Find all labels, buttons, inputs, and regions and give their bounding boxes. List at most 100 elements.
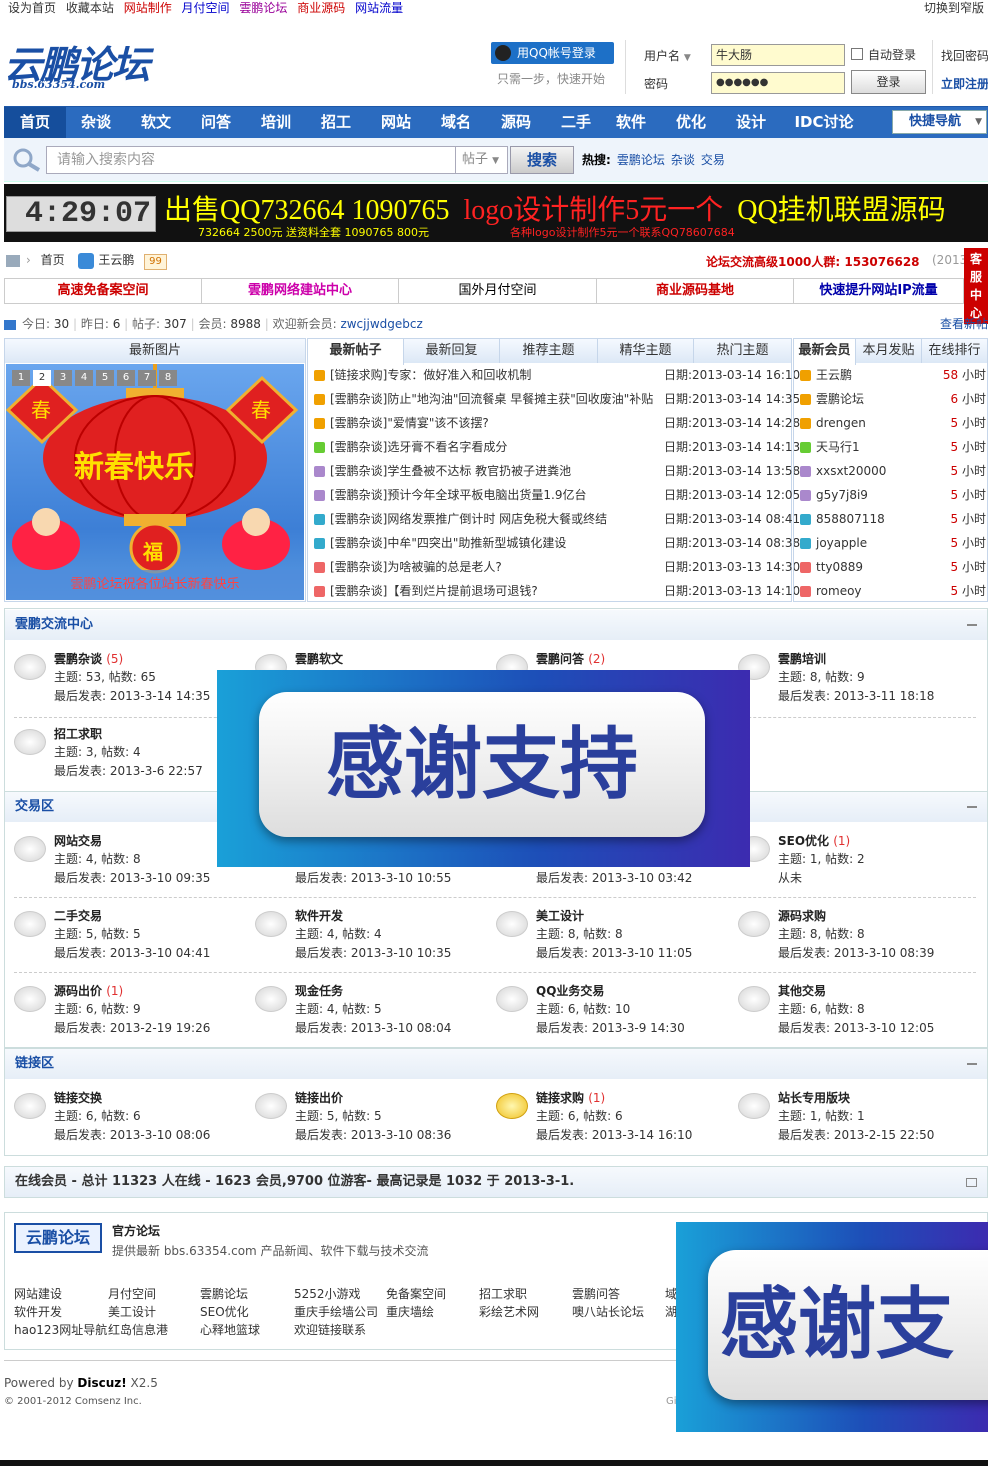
member-row[interactable]: drengen 5 小时	[800, 411, 986, 435]
view-new-posts-link[interactable]: 查看新帖	[940, 314, 988, 334]
slide-page-2[interactable]: 2	[33, 370, 51, 386]
friend-link[interactable]: SEO优化	[200, 1303, 249, 1320]
post-row[interactable]: [雲鹏杂谈]预计今年全球平板电脑出货量1.9亿台 日期:2013-03-14 12…	[314, 483, 800, 507]
nav-softarticle[interactable]: 软文	[126, 107, 186, 138]
nav-training[interactable]: 培训	[246, 107, 306, 138]
friend-link[interactable]: 雲鹏问答	[572, 1285, 620, 1302]
topbar-link-source[interactable]: 商业源码	[297, 1, 345, 15]
hot-search-link[interactable]: 雲鹏论坛	[617, 153, 665, 167]
slide-page-3[interactable]: 3	[54, 370, 72, 386]
member-row[interactable]: 858807118 5 小时	[800, 507, 986, 531]
thanks-popup[interactable]: 感谢支持	[217, 670, 750, 867]
tab-monthly-posts[interactable]: 本月发贴	[856, 339, 922, 363]
friend-link[interactable]: 重庆墙绘	[386, 1303, 434, 1320]
forum-item[interactable]: QQ业务交易 主题: 6, 帖数: 10 最后发表: 2013-3-9 14:30	[496, 982, 726, 1050]
nav-domain[interactable]: 域名	[426, 107, 486, 138]
slide-page-1[interactable]: 1	[12, 370, 30, 386]
post-row[interactable]: [雲鹏杂谈]中牟"四突出"助推新型城镇化建设 日期:2013-03-14 08:3…	[314, 531, 800, 555]
search-input[interactable]: 请输入搜索内容	[46, 146, 456, 174]
friend-link[interactable]: 5252小游戏	[294, 1285, 361, 1302]
forum-item[interactable]: 招工求职 主题: 3, 帖数: 4 最后发表: 2013-3-6 22:57	[14, 725, 244, 793]
bookmark-link[interactable]: 收藏本站	[66, 1, 114, 15]
username-label[interactable]: 用户名 ▼	[644, 47, 691, 64]
forum-title[interactable]: 其他交易	[778, 982, 826, 1000]
hot-search-link[interactable]: 杂谈	[671, 153, 695, 167]
forum-title[interactable]: 链接出价	[295, 1089, 343, 1107]
collapse-icon[interactable]	[967, 806, 977, 808]
promo-link[interactable]: 快速提升网站IP流量	[794, 279, 963, 303]
member-name[interactable]: 天马行1	[816, 440, 860, 454]
post-row[interactable]: [雲鹏杂谈]网络发票推广倒计时 网店免税大餐或终结 日期:2013-03-14 0…	[314, 507, 800, 531]
forum-title[interactable]: 雲鹏培训	[778, 650, 826, 668]
online-members-bar[interactable]: 在线会员 - 总计 11323 人在线 - 1623 会员,9700 位游客- …	[4, 1166, 988, 1198]
member-row[interactable]: 雲鹏论坛 6 小时	[800, 387, 986, 411]
forum-item[interactable]: 链接求购 (1) 主题: 6, 帖数: 6 最后发表: 2013-3-14 16:1…	[496, 1089, 726, 1157]
forum-item[interactable]: 链接交换 主题: 6, 帖数: 6 最后发表: 2013-3-10 08:06	[14, 1089, 244, 1157]
friend-link[interactable]: 心释地篮球	[200, 1321, 260, 1338]
switch-width-link[interactable]: 切换到窄版	[924, 0, 984, 16]
post-title[interactable]: [雲鹏杂谈]学生叠被不达标 教官扔被子进粪池	[330, 464, 571, 478]
topbar-link-web[interactable]: 网站制作	[124, 1, 172, 15]
friend-link[interactable]: 免备案空间	[386, 1285, 446, 1302]
qq-login-button[interactable]: 用QQ帐号登录	[491, 42, 614, 64]
friend-link[interactable]: hao123网址导航	[14, 1321, 107, 1338]
friend-link[interactable]: 噢八站长论坛	[572, 1303, 644, 1320]
friend-link[interactable]: 彩绘艺术网	[479, 1303, 539, 1320]
tab-digest[interactable]: 精华主题	[598, 339, 694, 363]
forum-title[interactable]: 招工求职	[54, 725, 102, 743]
footer-forum-logo[interactable]: 云鹏论坛	[14, 1223, 102, 1253]
post-title[interactable]: [雲鹏杂谈]预计今年全球平板电脑出货量1.9亿台	[330, 488, 586, 502]
footer-title[interactable]: 官方论坛	[112, 1222, 160, 1239]
forum-title[interactable]: 源码求购	[778, 907, 826, 925]
nav-website[interactable]: 网站	[366, 107, 426, 138]
post-row[interactable]: [雲鹏杂谈]"爱情宴"该不该摆? 日期:2013-03-14 14:28	[314, 411, 800, 435]
hot-search-link[interactable]: 交易	[701, 153, 725, 167]
section-header[interactable]: 雲鹏交流中心	[5, 610, 987, 640]
search-button[interactable]: 搜索	[510, 146, 574, 174]
post-row[interactable]: [雲鹏杂谈]选牙膏不看名字看成分 日期:2013-03-14 14:13	[314, 435, 800, 459]
tab-hot[interactable]: 热门主题	[694, 339, 791, 363]
member-name[interactable]: tty0889	[816, 560, 863, 574]
login-button[interactable]: 登录	[851, 70, 926, 94]
member-row[interactable]: tty0889 5 小时	[800, 555, 986, 579]
collapse-icon[interactable]	[967, 624, 977, 626]
customer-service-tab[interactable]: 客服中心	[964, 248, 988, 324]
nav-chat[interactable]: 杂谈	[66, 107, 126, 138]
promo-link[interactable]: 高速免备案空间	[5, 279, 202, 303]
breadcrumb-home[interactable]: 首页	[41, 253, 65, 267]
post-title[interactable]: [雲鹏杂谈]选牙膏不看名字看成分	[330, 440, 507, 454]
post-title[interactable]: [链接求购]专家：做好准入和回收机制	[330, 368, 531, 382]
post-title[interactable]: [雲鹏杂谈]【看到烂片提前退场可退钱?	[330, 584, 538, 598]
forum-item[interactable]: 美工设计 主题: 8, 帖数: 8 最后发表: 2013-3-10 11:05	[496, 907, 726, 975]
nav-home[interactable]: 首页	[4, 107, 66, 138]
forum-title[interactable]: 现金任务	[295, 982, 343, 1000]
promo-link[interactable]: 雲鹏网络建站中心	[202, 279, 399, 303]
forum-title[interactable]: 站长专用版块	[778, 1089, 850, 1107]
post-row[interactable]: [雲鹏杂谈]为啥被骗的总是老人? 日期:2013-03-13 14:30	[314, 555, 800, 579]
forum-item[interactable]: 源码出价 (1) 主题: 6, 帖数: 9 最后发表: 2013-2-19 19:2…	[14, 982, 244, 1050]
forum-title[interactable]: 链接求购 (1)	[536, 1089, 605, 1107]
forum-item[interactable]: 站长专用版块 主题: 1, 帖数: 1 最后发表: 2013-2-15 22:50	[738, 1089, 968, 1157]
forum-item[interactable]: 网站交易 主题: 4, 帖数: 8 最后发表: 2013-3-10 09:35	[14, 832, 244, 900]
forum-item[interactable]: 二手交易 主题: 5, 帖数: 5 最后发表: 2013-3-10 04:41	[14, 907, 244, 975]
password-field[interactable]: ●●●●●●	[711, 72, 845, 94]
set-home-link[interactable]: 设为首页	[8, 1, 56, 15]
auto-login-label[interactable]: 自动登录	[868, 46, 916, 63]
forum-title[interactable]: 雲鹏杂谈 (5)	[54, 650, 123, 668]
username-link[interactable]: 王云鹏	[98, 253, 134, 267]
friend-link[interactable]: 雲鹏论坛	[200, 1285, 248, 1302]
topbar-link-traffic[interactable]: 网站流量	[355, 1, 403, 15]
forum-item[interactable]: 链接出价 主题: 5, 帖数: 5 最后发表: 2013-3-10 08:36	[255, 1089, 485, 1157]
post-title[interactable]: [雲鹏杂谈]防止"地沟油"回流餐桌 早餐摊主获"回收废油"补贴	[330, 392, 653, 406]
member-name[interactable]: 王云鹏	[816, 368, 852, 382]
topbar-link-forum[interactable]: 雲鹏论坛	[239, 1, 287, 15]
forum-title[interactable]: 美工设计	[536, 907, 584, 925]
username-field[interactable]: 牛大肠	[711, 44, 845, 66]
forum-item[interactable]: 其他交易 主题: 6, 帖数: 8 最后发表: 2013-3-10 12:05	[738, 982, 968, 1050]
tab-latest-replies[interactable]: 最新回复	[404, 339, 500, 363]
section-header[interactable]: 链接区	[5, 1049, 987, 1079]
post-row[interactable]: [雲鹏杂谈]【看到烂片提前退场可退钱? 日期:2013-03-13 14:10	[314, 579, 800, 603]
forum-title[interactable]: SEO优化 (1)	[778, 832, 850, 850]
topbar-link-space[interactable]: 月付空间	[182, 1, 230, 15]
promo-link[interactable]: 商业源码基地	[597, 279, 794, 303]
